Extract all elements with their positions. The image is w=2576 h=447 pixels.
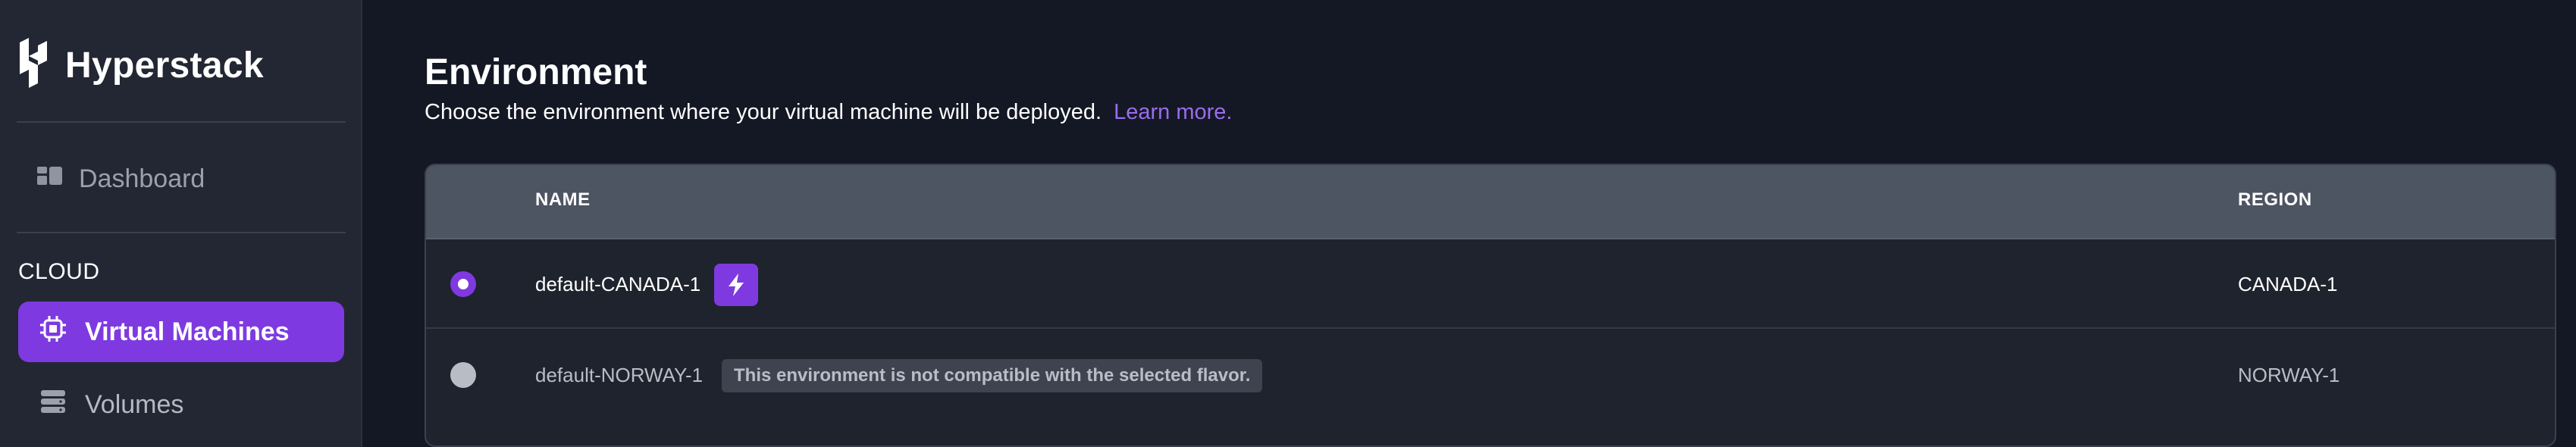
table-row[interactable]: default-CANADA-1 CANADA-1 [426, 239, 2555, 329]
sidebar-item-label: Volumes [85, 389, 184, 419]
table-header: NAME REGION [426, 165, 2555, 239]
column-header-region: REGION [2238, 189, 2312, 210]
environment-name: default-NORWAY-1 [535, 364, 704, 386]
table-row: default-NORWAY-1 This environment is not… [426, 330, 2555, 420]
sidebar-divider [17, 121, 346, 123]
sidebar: Hyperstack Dashboard CLOUD Virtual Machi… [0, 0, 362, 447]
storage-icon [39, 389, 85, 421]
dashboard-icon [36, 164, 79, 194]
page-subtitle: Choose the environment where your virtua… [425, 100, 1232, 125]
main-content: Environment Choose the environment where… [364, 0, 2576, 447]
logo[interactable]: Hyperstack [17, 38, 264, 93]
lightning-bolt-icon [714, 264, 758, 306]
cpu-chip-icon [39, 315, 85, 349]
environment-region: CANADA-1 [2238, 273, 2338, 295]
learn-more-link[interactable]: Learn more. [1114, 100, 1232, 124]
environment-region: NORWAY-1 [2238, 364, 2340, 386]
hyperstack-logo-icon [17, 38, 50, 93]
sidebar-item-dashboard[interactable]: Dashboard [18, 148, 344, 209]
sidebar-item-virtual-machines[interactable]: Virtual Machines [18, 302, 344, 362]
environment-name: default-CANADA-1 [535, 273, 701, 295]
incompatibility-badge: This environment is not compatible with … [722, 359, 1263, 392]
environment-radio[interactable] [450, 362, 476, 388]
app-window: Hyperstack Dashboard CLOUD Virtual Machi… [0, 0, 2576, 447]
environment-table: NAME REGION default-CANADA-1 CANADA-1 de… [425, 164, 2556, 447]
sidebar-item-volumes[interactable]: Volumes [18, 374, 344, 435]
subtitle-text: Choose the environment where your virtua… [425, 100, 1102, 124]
environment-radio[interactable] [450, 271, 476, 297]
app-name: Hyperstack [65, 45, 264, 86]
page-title: Environment [425, 52, 647, 92]
sidebar-item-label: Virtual Machines [85, 317, 290, 346]
sidebar-divider [17, 232, 346, 233]
section-label-cloud: CLOUD [18, 259, 100, 284]
sidebar-item-label: Dashboard [79, 164, 205, 193]
column-header-name: NAME [535, 189, 591, 210]
